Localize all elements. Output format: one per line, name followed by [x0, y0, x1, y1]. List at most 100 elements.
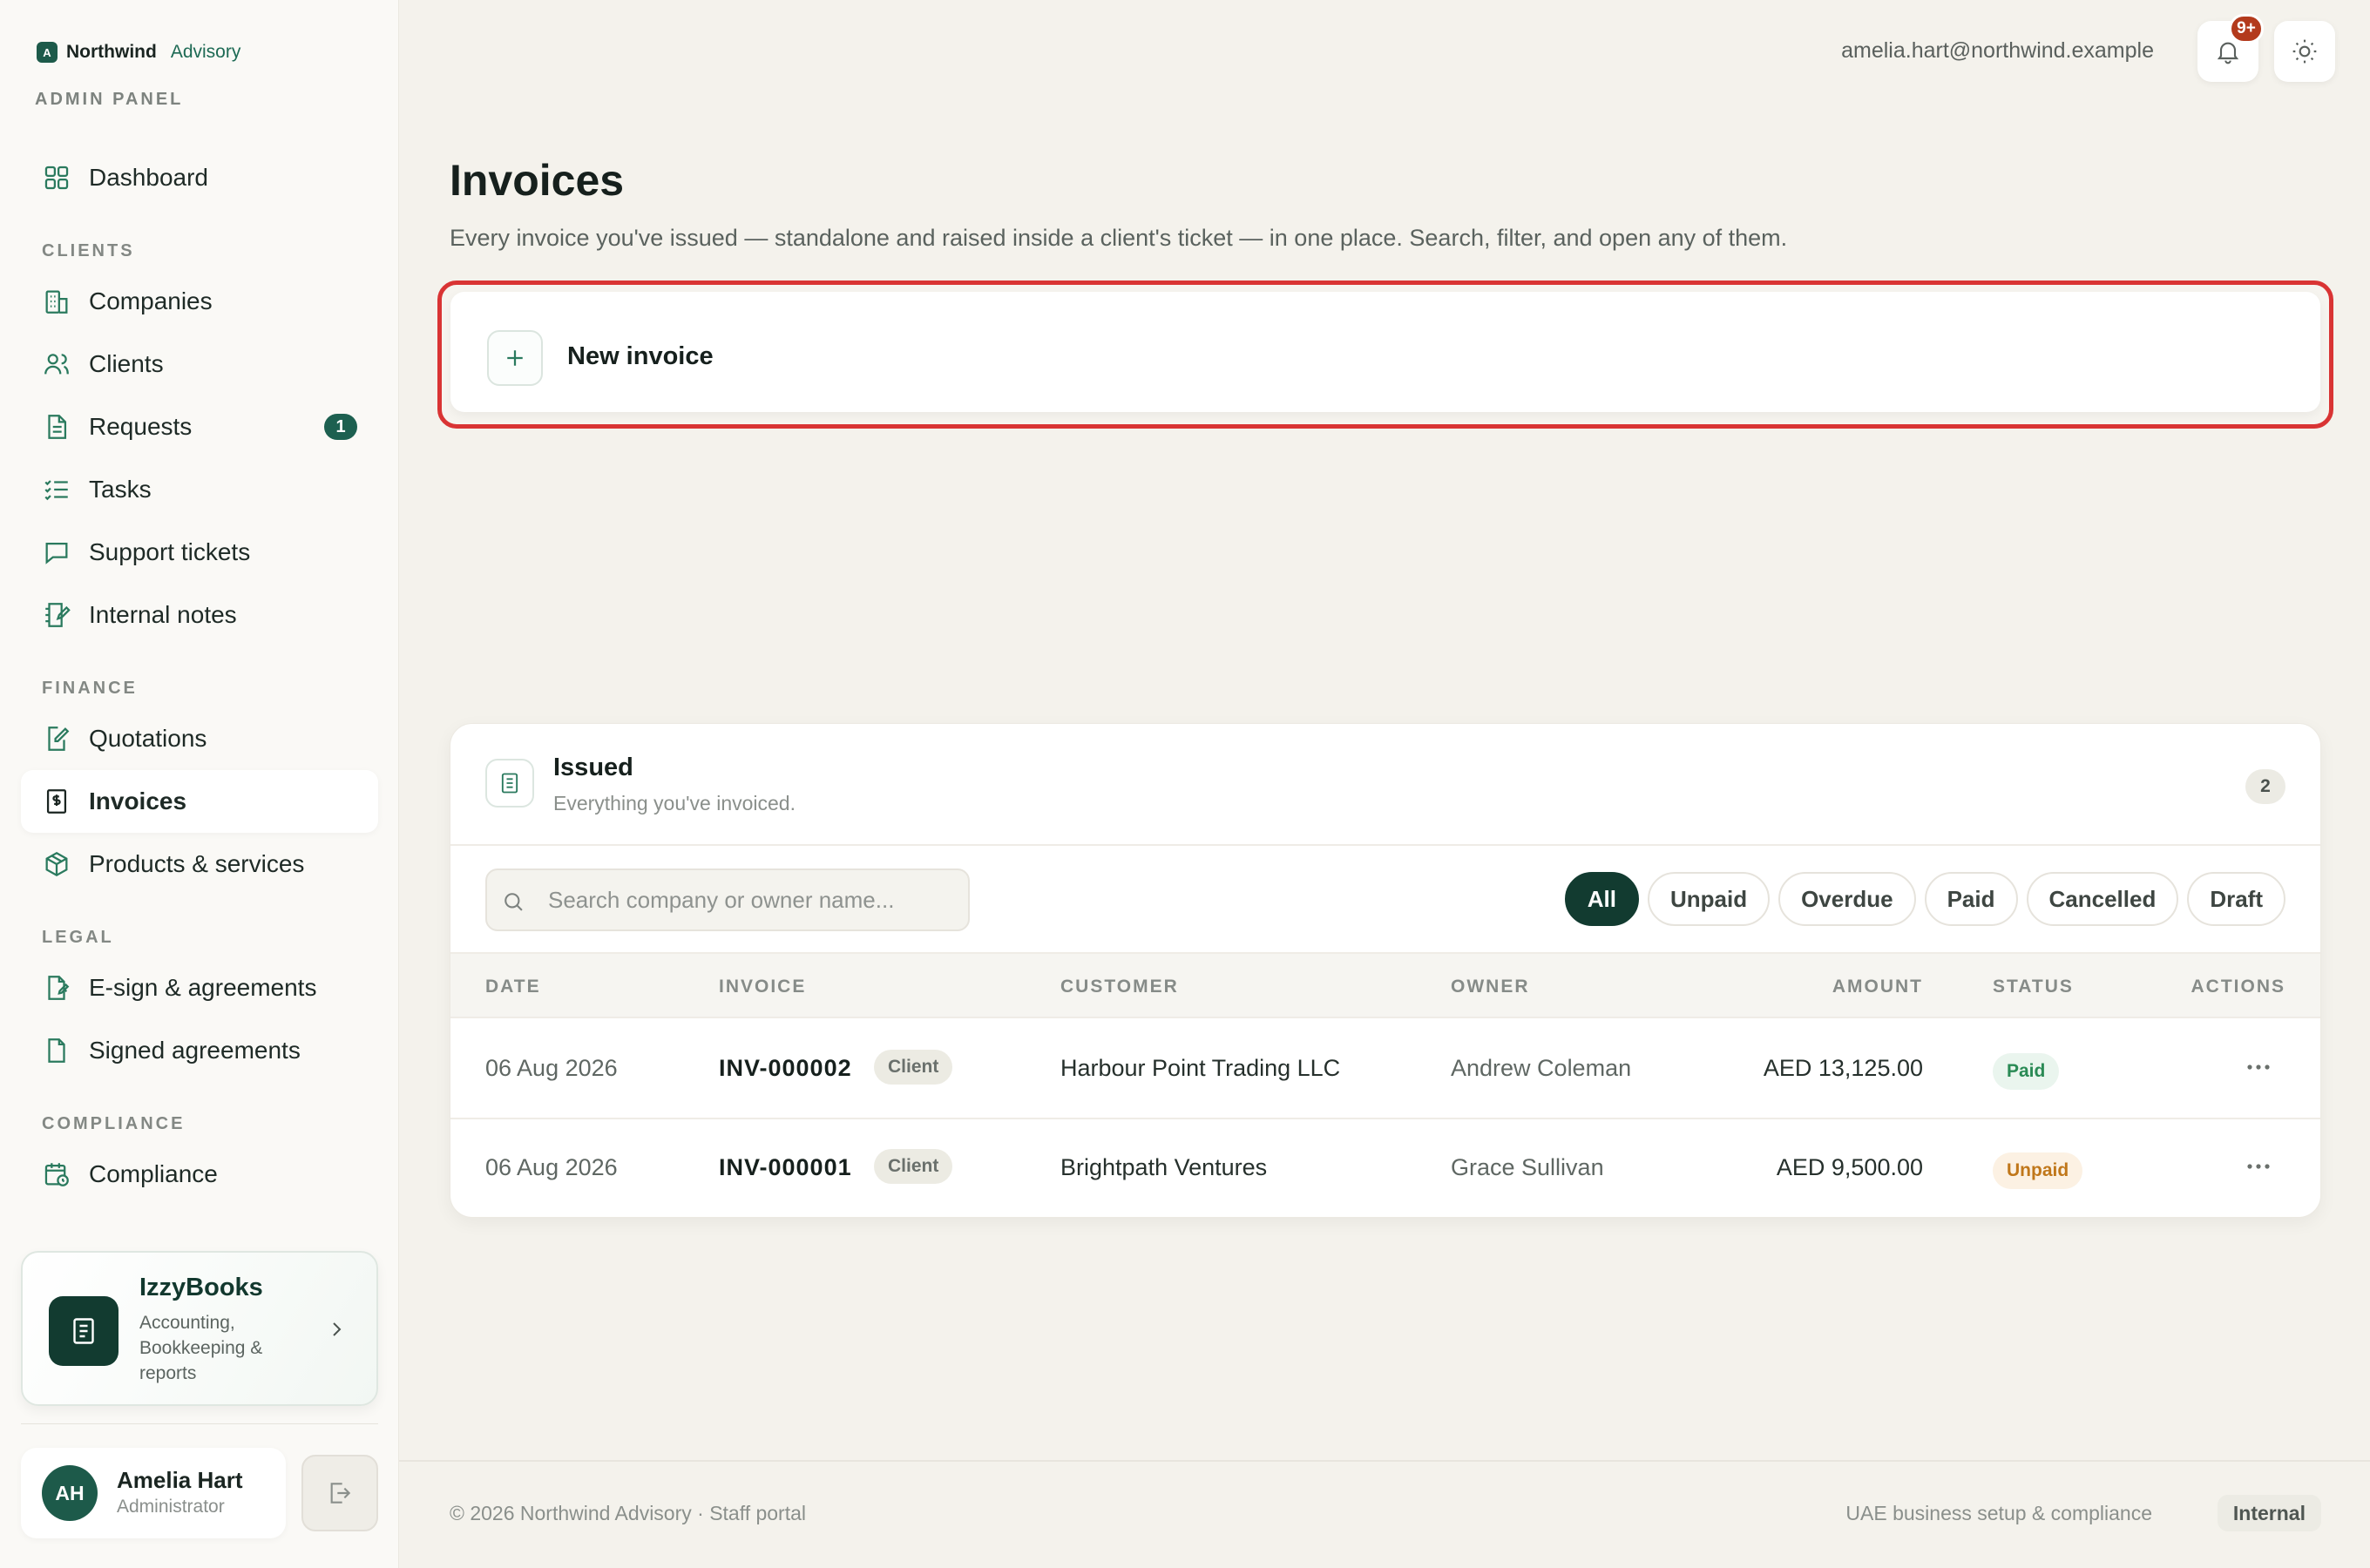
- sidebar-item-internal-notes[interactable]: Internal notes: [21, 584, 378, 646]
- filter-all[interactable]: All: [1564, 872, 1639, 926]
- row-owner: Grace Sullivan: [1451, 1154, 1604, 1180]
- table-row[interactable]: 06 Aug 2026 INV-000002 Client Harbour Po…: [450, 1020, 2320, 1119]
- sidebar-item-products-services[interactable]: Products & services: [21, 833, 378, 896]
- row-date: 06 Aug 2026: [485, 1154, 618, 1180]
- promo-title: IzzyBooks: [139, 1274, 263, 1301]
- filter-cancelled[interactable]: Cancelled: [2026, 872, 2179, 926]
- column-owner[interactable]: OWNER: [1451, 977, 1530, 997]
- calendar-clock-icon: [44, 1163, 69, 1186]
- sidebar-item-support-tickets[interactable]: Support tickets: [21, 521, 378, 584]
- column-invoice[interactable]: INVOICE: [719, 977, 806, 997]
- row-invoice-number[interactable]: INV-000001: [719, 1154, 852, 1181]
- sidebar-item-label: Invoices: [89, 787, 187, 814]
- section-clients: CLIENTS: [42, 241, 135, 260]
- page-description: Every invoice you've issued — standalone…: [450, 225, 1788, 251]
- new-invoice-highlight: New invoice: [437, 280, 2333, 429]
- chat-bubble-icon: [45, 542, 68, 564]
- sidebar-item-signed-agreements[interactable]: Signed agreements: [21, 1019, 378, 1082]
- sidebar-item-dashboard[interactable]: Dashboard: [21, 146, 378, 209]
- plus-icon: [487, 330, 543, 386]
- footer-tagline: UAE business setup & compliance: [1845, 1502, 2152, 1524]
- footer-copyright: © 2026 Northwind Advisory · Staff portal: [450, 1502, 807, 1524]
- filter-paid[interactable]: Paid: [1924, 872, 2018, 926]
- izzybooks-promo-card[interactable]: IzzyBooks Accounting, Bookkeeping & repo…: [21, 1251, 378, 1406]
- sidebar-item-requests[interactable]: Requests 1: [21, 395, 378, 458]
- sidebar-item-clients[interactable]: Clients: [21, 333, 378, 395]
- sidebar-item-compliance[interactable]: Compliance: [21, 1143, 378, 1206]
- row-customer: Harbour Point Trading LLC: [1060, 1055, 1341, 1081]
- section-compliance: COMPLIANCE: [42, 1114, 186, 1133]
- row-amount: AED 9,500.00: [1776, 1154, 1923, 1180]
- invoice-count-badge: 2: [2245, 769, 2285, 804]
- sun-icon: [2292, 39, 2317, 64]
- sidebar-item-companies[interactable]: Companies: [21, 270, 378, 333]
- issued-invoices-card: Issued Everything you've invoiced. 2 Sea…: [450, 723, 2321, 1218]
- sidebar-item-tasks[interactable]: Tasks: [21, 458, 378, 521]
- notification-count-badge: 9+: [2229, 14, 2264, 44]
- sidebar-item-quotations[interactable]: Quotations: [21, 707, 378, 770]
- column-status: STATUS: [1993, 977, 2074, 997]
- footer-internal-tag: Internal: [2217, 1495, 2321, 1531]
- document-icon: [48, 415, 67, 439]
- column-customer[interactable]: CUSTOMER: [1060, 977, 1179, 997]
- user-email: amelia.hart@northwind.example: [1841, 38, 2154, 63]
- logout-icon: [330, 1483, 351, 1504]
- client-tag: Client: [874, 1050, 953, 1085]
- user-profile-card[interactable]: AH Amelia Hart Administrator: [21, 1448, 286, 1538]
- sidebar-item-label: Support tickets: [89, 538, 251, 565]
- sidebar-item-label: Internal notes: [89, 601, 237, 628]
- sidebar-item-invoices[interactable]: Invoices: [21, 770, 378, 833]
- admin-panel-label: ADMIN PANEL: [35, 90, 184, 109]
- notifications-button[interactable]: 9+: [2197, 14, 2264, 82]
- row-date: 06 Aug 2026: [485, 1055, 618, 1081]
- theme-toggle-button[interactable]: [2274, 21, 2335, 82]
- search-input[interactable]: Search company or owner name...: [485, 868, 970, 931]
- section-finance: FINANCE: [42, 679, 138, 698]
- file-check-icon: [48, 1038, 65, 1063]
- sidebar-item-label: Signed agreements: [89, 1037, 301, 1064]
- page-title: Invoices: [450, 156, 625, 205]
- grid-icon: [44, 166, 69, 190]
- row-invoice-number[interactable]: INV-000002: [719, 1055, 852, 1082]
- brand[interactable]: A Northwind Advisory: [37, 42, 240, 63]
- status-filters: All Unpaid Overdue Paid Cancelled Draft: [1564, 872, 2285, 926]
- status-badge: Unpaid: [1993, 1152, 2083, 1189]
- sidebar-item-label: E-sign & agreements: [89, 974, 317, 1001]
- sidebar: A Northwind Advisory ADMIN PANEL Dashboa…: [0, 0, 399, 1568]
- sidebar-item-esign[interactable]: E-sign & agreements: [21, 956, 378, 1019]
- package-icon: [45, 851, 68, 877]
- more-actions-icon[interactable]: [2245, 1158, 2272, 1175]
- sidebar-item-label: Companies: [89, 287, 213, 314]
- footer-divider: [399, 1460, 2370, 1462]
- status-badge: Paid: [1993, 1053, 2060, 1090]
- filter-unpaid[interactable]: Unpaid: [1647, 872, 1771, 926]
- receipt-dollar-icon: [46, 789, 67, 814]
- sidebar-item-label: Clients: [89, 350, 164, 377]
- brand-logo: A: [37, 42, 58, 63]
- row-customer: Brightpath Ventures: [1060, 1154, 1268, 1180]
- filter-draft[interactable]: Draft: [2187, 872, 2285, 926]
- user-role: Administrator: [117, 1497, 225, 1517]
- column-actions: ACTIONS: [2191, 977, 2285, 997]
- logout-button[interactable]: [301, 1455, 378, 1531]
- column-amount[interactable]: AMOUNT: [1832, 977, 1923, 997]
- file-signature-icon: [48, 976, 70, 1000]
- file-edit-icon: [48, 727, 70, 751]
- new-invoice-button[interactable]: New invoice: [450, 292, 2320, 412]
- users-icon: [44, 354, 69, 375]
- ledger-icon: [49, 1296, 118, 1366]
- brand-suffix: Advisory: [170, 42, 241, 62]
- table-row[interactable]: 06 Aug 2026 INV-000001 Client Brightpath…: [450, 1119, 2320, 1217]
- sidebar-item-label: Compliance: [89, 1160, 218, 1187]
- column-date[interactable]: DATE: [485, 977, 541, 997]
- row-amount: AED 13,125.00: [1763, 1055, 1923, 1081]
- client-tag: Client: [874, 1149, 953, 1184]
- promo-description: Accounting, Bookkeeping & reports: [139, 1313, 263, 1383]
- requests-count-badge: 1: [324, 414, 357, 440]
- sidebar-item-label: Dashboard: [89, 164, 208, 191]
- document-lines-icon: [485, 759, 534, 808]
- filter-overdue[interactable]: Overdue: [1778, 872, 1916, 926]
- new-invoice-label: New invoice: [567, 342, 714, 370]
- sidebar-nav: Dashboard CLIENTS Companies Clients Requ…: [21, 146, 378, 1206]
- more-actions-icon[interactable]: [2245, 1058, 2272, 1076]
